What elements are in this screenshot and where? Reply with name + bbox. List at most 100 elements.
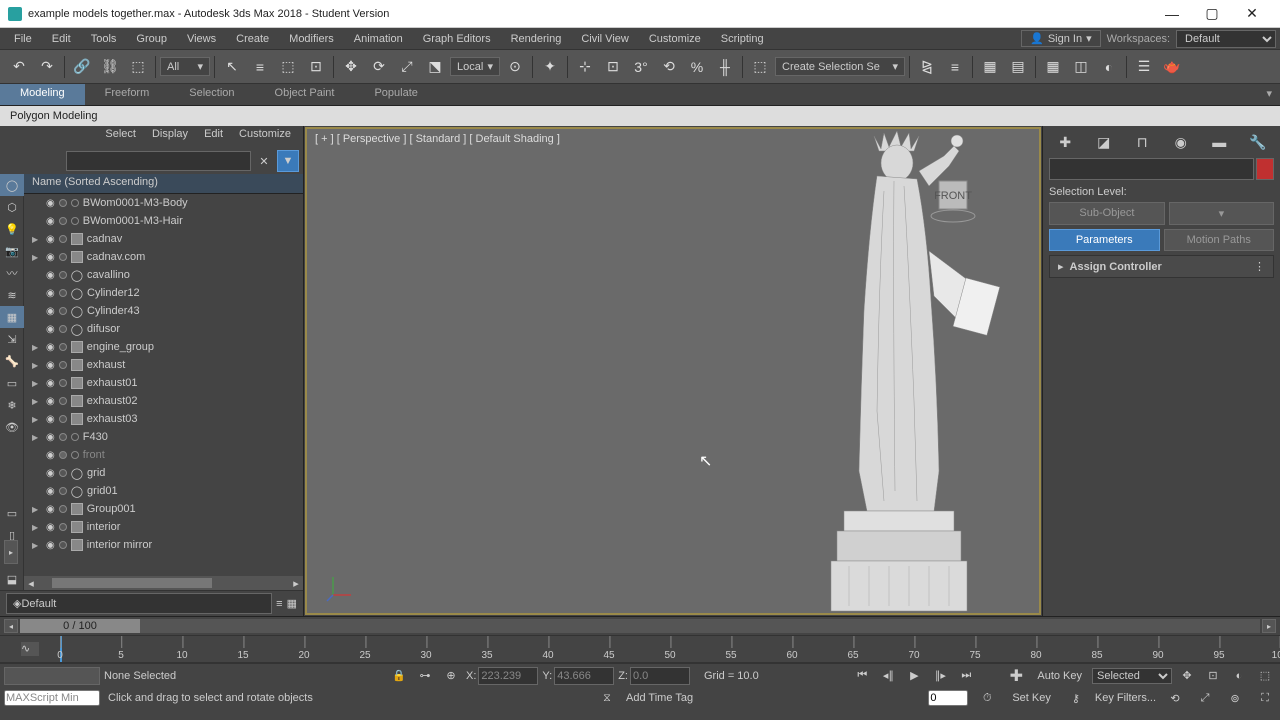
- trackbar-toggle-icon[interactable]: ∿: [21, 642, 39, 656]
- tree-hscroll[interactable]: ◂ ▸: [24, 576, 303, 590]
- percent-snap-button[interactable]: 3°: [628, 54, 654, 80]
- time-ruler[interactable]: 0510152025303540455055606570758085909510…: [60, 636, 1280, 662]
- freeze-icon[interactable]: [59, 217, 67, 225]
- ref-coord-dropdown[interactable]: Local▾: [450, 57, 500, 76]
- tree-row[interactable]: ◉◯grid01: [24, 482, 303, 500]
- rollout-menu-icon[interactable]: ⋮: [1254, 260, 1265, 273]
- key-filter-dropdown[interactable]: Selected: [1092, 668, 1172, 684]
- manipulate-button[interactable]: ✦: [537, 54, 563, 80]
- filter-icon[interactable]: ▼: [277, 150, 299, 172]
- menu-views[interactable]: Views: [177, 31, 226, 47]
- align-button[interactable]: ≡: [942, 54, 968, 80]
- named-selection-button[interactable]: ⬚: [747, 54, 773, 80]
- auto-key-button[interactable]: Auto Key: [1031, 668, 1088, 684]
- filter-shapes-icon[interactable]: ⬡: [0, 196, 24, 218]
- freeze-icon[interactable]: [59, 325, 67, 333]
- toggle-ribbon-button[interactable]: ▤: [1005, 54, 1031, 80]
- filter-cameras-icon[interactable]: 📷: [0, 240, 24, 262]
- mirror-button[interactable]: ⧎: [914, 54, 940, 80]
- expand-arrow-icon[interactable]: ▶: [32, 235, 42, 244]
- scale-button[interactable]: ⤢: [394, 54, 420, 80]
- time-slider-next[interactable]: ▸: [1262, 619, 1276, 633]
- visibility-icon[interactable]: ◉: [46, 288, 55, 299]
- freeze-icon[interactable]: [59, 487, 67, 495]
- visibility-icon[interactable]: ◉: [46, 234, 55, 245]
- menu-scripting[interactable]: Scripting: [711, 31, 774, 47]
- select-name-button[interactable]: ≡: [247, 54, 273, 80]
- layer-btn1-icon[interactable]: ≡: [276, 598, 282, 610]
- time-slider-track[interactable]: 0 / 100: [20, 619, 1260, 633]
- menu-rendering[interactable]: Rendering: [501, 31, 572, 47]
- utilities-tab-icon[interactable]: 🔧: [1246, 132, 1270, 152]
- menu-tools[interactable]: Tools: [81, 31, 127, 47]
- menu-file[interactable]: File: [4, 31, 42, 47]
- tree-row[interactable]: ▶◉exhaust03: [24, 410, 303, 428]
- nav-region-icon[interactable]: ⬚: [1254, 666, 1276, 686]
- hierarchy-tab-icon[interactable]: ⊓: [1130, 132, 1154, 152]
- motion-tab-icon[interactable]: ◉: [1169, 132, 1193, 152]
- visibility-icon[interactable]: ◉: [46, 450, 55, 461]
- ribbon-panel-label[interactable]: Polygon Modeling: [0, 106, 1280, 126]
- prev-frame-button[interactable]: ◂∥: [877, 666, 899, 686]
- tab-freeform[interactable]: Freeform: [85, 84, 170, 105]
- freeze-icon[interactable]: [59, 199, 67, 207]
- menu-animation[interactable]: Animation: [344, 31, 413, 47]
- layer-explorer-button[interactable]: ▦: [977, 54, 1003, 80]
- clear-search-icon[interactable]: ✕: [253, 150, 275, 172]
- tree-row[interactable]: ◉BWom0001-M3-Hair: [24, 212, 303, 230]
- window-crossing-button[interactable]: ⊡: [303, 54, 329, 80]
- freeze-icon[interactable]: [59, 523, 67, 531]
- tree-row[interactable]: ▶◉exhaust01: [24, 374, 303, 392]
- tree-row[interactable]: ◉◯grid: [24, 464, 303, 482]
- layer-dropdown[interactable]: ◈ Default: [6, 593, 272, 614]
- se-menu-customize[interactable]: Customize: [239, 128, 291, 146]
- freeze-icon[interactable]: [59, 361, 67, 369]
- freeze-icon[interactable]: [59, 235, 67, 243]
- freeze-icon[interactable]: [59, 415, 67, 423]
- tree-row[interactable]: ▶◉Group001: [24, 500, 303, 518]
- layer-btn2-icon[interactable]: ▦: [287, 597, 297, 610]
- tree-row[interactable]: ▶◉engine_group: [24, 338, 303, 356]
- se-menu-display[interactable]: Display: [152, 128, 188, 146]
- tree-row[interactable]: ◉◯Cylinder12: [24, 284, 303, 302]
- material-editor-button[interactable]: ◐: [1096, 54, 1122, 80]
- expand-arrow-icon[interactable]: ▶: [32, 397, 42, 406]
- freeze-icon[interactable]: [59, 469, 67, 477]
- visibility-icon[interactable]: ◉: [46, 324, 55, 335]
- visibility-icon[interactable]: ◉: [46, 486, 55, 497]
- select-region-button[interactable]: ⬚: [275, 54, 301, 80]
- redo-button[interactable]: ↷: [34, 54, 60, 80]
- filter-helpers-icon[interactable]: 〰: [0, 262, 24, 284]
- close-button[interactable]: ✕: [1232, 0, 1272, 28]
- key-filters-icon[interactable]: ⚷: [1065, 688, 1087, 708]
- move-button[interactable]: ✥: [338, 54, 364, 80]
- modify-tab-icon[interactable]: ◪: [1092, 132, 1116, 152]
- expand-arrow-icon[interactable]: ▶: [32, 523, 42, 532]
- menu-edit[interactable]: Edit: [42, 31, 81, 47]
- time-tag-icon[interactable]: ⧖: [596, 688, 618, 708]
- parameters-button[interactable]: Parameters: [1049, 229, 1160, 251]
- axis-button[interactable]: ╫: [712, 54, 738, 80]
- goto-end-button[interactable]: ⏭: [955, 666, 977, 686]
- filter-groups-icon[interactable]: ▦: [0, 306, 24, 328]
- filter-space-warps-icon[interactable]: ≋: [0, 284, 24, 306]
- tree-row[interactable]: ▶◉cadnav.com: [24, 248, 303, 266]
- z-input[interactable]: [630, 667, 690, 685]
- visibility-icon[interactable]: ◉: [46, 540, 55, 551]
- tree-row[interactable]: ▶◉interior: [24, 518, 303, 536]
- undo-button[interactable]: ↶: [6, 54, 32, 80]
- maximize-button[interactable]: ▢: [1192, 0, 1232, 28]
- expand-arrow-icon[interactable]: ▶: [32, 361, 42, 370]
- freeze-icon[interactable]: [59, 451, 67, 459]
- filter-xref-icon[interactable]: ⇲: [0, 328, 24, 350]
- nav-orbit-icon[interactable]: ⟲: [1164, 688, 1186, 708]
- visibility-icon[interactable]: ◉: [46, 378, 55, 389]
- time-config-icon[interactable]: ⏱: [976, 688, 998, 708]
- visibility-icon[interactable]: ◉: [46, 414, 55, 425]
- visibility-icon[interactable]: ◉: [46, 360, 55, 371]
- time-slider-handle[interactable]: 0 / 100: [20, 619, 140, 633]
- tree-row[interactable]: ◉◯cavallino: [24, 266, 303, 284]
- nav-fov-icon[interactable]: ◐: [1228, 666, 1250, 686]
- freeze-icon[interactable]: [59, 253, 67, 261]
- panel-expand-button[interactable]: ▸: [4, 540, 18, 564]
